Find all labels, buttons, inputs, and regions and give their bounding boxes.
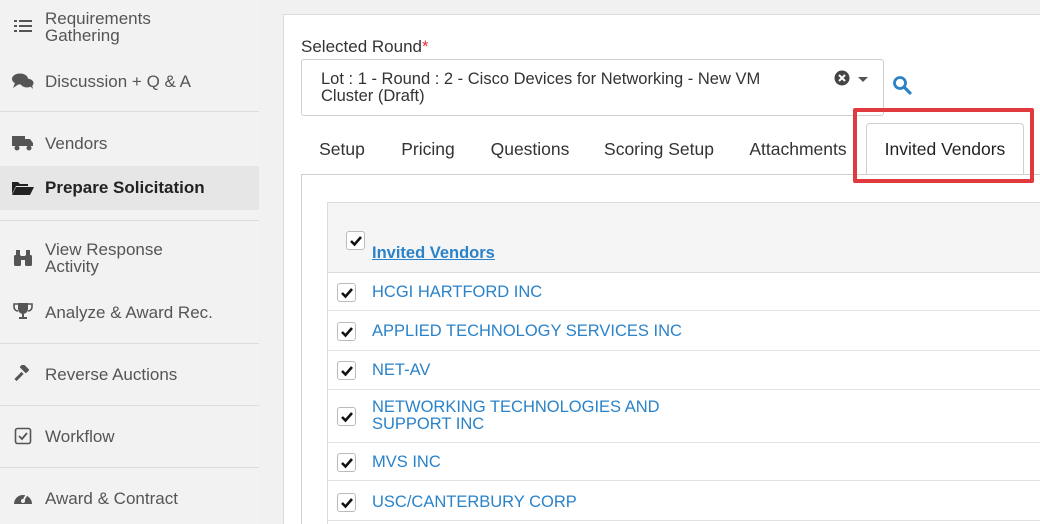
table-row: HCGI HARTFORD INC bbox=[328, 273, 1040, 311]
sidebar-item-vendors[interactable]: Vendors bbox=[0, 124, 259, 162]
vendor-checkbox[interactable] bbox=[337, 493, 356, 512]
check-square-icon bbox=[12, 427, 34, 445]
vendor-name-link[interactable]: NET-AV bbox=[372, 362, 430, 379]
sidebar-item-label: Requirements Gathering bbox=[45, 9, 151, 45]
tab-questions[interactable]: Questions bbox=[473, 123, 587, 175]
selected-round-label: Selected Round* bbox=[301, 37, 429, 57]
truck-icon bbox=[12, 134, 34, 152]
table-row: APPLIED TECHNOLOGY SERVICES INC bbox=[328, 311, 1040, 351]
sidebar-item-label: View Response Activity bbox=[45, 240, 163, 276]
sidebar-item-view-response-activity[interactable]: View Response Activity bbox=[0, 236, 259, 288]
sidebar-item-workflow[interactable]: Workflow bbox=[0, 417, 259, 457]
tab-attachments[interactable]: Attachments bbox=[731, 123, 865, 175]
selected-round-label-text: Selected Round bbox=[301, 37, 422, 56]
sidebar-item-prepare-solicitation[interactable]: Prepare Solicitation bbox=[0, 166, 259, 210]
sidebar-item-discussion[interactable]: Discussion + Q & A bbox=[0, 62, 259, 100]
binoculars-icon bbox=[12, 249, 34, 267]
table-row: NET-AV bbox=[328, 351, 1040, 390]
dashboard-icon bbox=[12, 489, 34, 507]
divider bbox=[0, 343, 259, 344]
sidebar-item-reverse-auctions[interactable]: Reverse Auctions bbox=[0, 355, 259, 395]
list-icon bbox=[12, 17, 34, 35]
folder-open-icon bbox=[12, 179, 34, 197]
vendor-name-link[interactable]: USC/CANTERBURY CORP bbox=[372, 494, 577, 511]
sidebar-item-label: Analyze & Award Rec. bbox=[45, 303, 213, 322]
required-mark: * bbox=[421, 37, 429, 56]
clear-selection-icon[interactable] bbox=[834, 70, 850, 86]
chevron-down-icon[interactable] bbox=[858, 77, 868, 82]
vendor-checkbox[interactable] bbox=[337, 361, 356, 380]
divider bbox=[0, 111, 259, 112]
tab-invited-vendors[interactable]: Invited Vendors bbox=[866, 123, 1024, 175]
sidebar-item-label: Vendors bbox=[45, 134, 108, 153]
sidebar: Requirements Gathering Discussion + Q & … bbox=[0, 0, 259, 524]
tab-pricing[interactable]: Pricing bbox=[383, 123, 473, 175]
search-icon[interactable] bbox=[892, 75, 914, 97]
sidebar-item-label: Reverse Auctions bbox=[45, 365, 178, 384]
gavel-icon bbox=[12, 365, 34, 383]
sidebar-item-label: Award & Contract bbox=[45, 489, 178, 508]
comments-icon bbox=[12, 72, 34, 90]
sidebar-item-requirements-gathering[interactable]: Requirements Gathering bbox=[0, 4, 259, 60]
tab-bar: Setup Pricing Questions Scoring Setup At… bbox=[301, 123, 1040, 175]
sidebar-item-label: Prepare Solicitation bbox=[45, 178, 205, 197]
vendor-checkbox[interactable] bbox=[337, 322, 356, 341]
round-select[interactable]: Lot : 1 - Round : 2 - Cisco Devices for … bbox=[301, 59, 884, 116]
trophy-icon bbox=[12, 302, 34, 320]
vendor-name-link[interactable]: APPLIED TECHNOLOGY SERVICES INC bbox=[372, 323, 682, 340]
divider bbox=[0, 467, 259, 468]
table-row: MVS INC bbox=[328, 443, 1040, 481]
sidebar-item-label: Workflow bbox=[45, 427, 115, 446]
vendor-name-link[interactable]: MVS INC bbox=[372, 454, 441, 471]
round-select-value: Lot : 1 - Round : 2 - Cisco Devices for … bbox=[321, 70, 761, 105]
invited-vendors-tab-content: Invited Vendors HCGI HARTFORD INC APPLIE… bbox=[301, 174, 1040, 524]
vendor-checkbox[interactable] bbox=[337, 283, 356, 302]
select-all-checkbox[interactable] bbox=[346, 231, 365, 250]
table-row: NETWORKING TECHNOLOGIES AND SUPPORT INC bbox=[328, 390, 1040, 443]
sidebar-item-analyze-award[interactable]: Analyze & Award Rec. bbox=[0, 292, 259, 332]
sidebar-item-label: Discussion + Q & A bbox=[45, 72, 191, 91]
sidebar-item-award-contract[interactable]: Award & Contract bbox=[0, 479, 259, 519]
table-header: Invited Vendors bbox=[328, 203, 1040, 273]
tab-setup[interactable]: Setup bbox=[301, 123, 383, 175]
invited-vendors-header-link[interactable]: Invited Vendors bbox=[372, 244, 495, 263]
divider bbox=[0, 405, 259, 406]
table-row: USC/CANTERBURY CORP bbox=[328, 481, 1040, 521]
divider bbox=[0, 220, 259, 221]
main-panel: Selected Round* Lot : 1 - Round : 2 - Ci… bbox=[283, 14, 1040, 524]
vendor-checkbox[interactable] bbox=[337, 453, 356, 472]
tab-scoring-setup[interactable]: Scoring Setup bbox=[587, 123, 731, 175]
invited-vendors-table: Invited Vendors HCGI HARTFORD INC APPLIE… bbox=[327, 202, 1040, 524]
vendor-name-link[interactable]: HCGI HARTFORD INC bbox=[372, 284, 542, 301]
vendor-name-link[interactable]: NETWORKING TECHNOLOGIES AND SUPPORT INC bbox=[372, 399, 692, 433]
vendor-checkbox[interactable] bbox=[337, 407, 356, 426]
